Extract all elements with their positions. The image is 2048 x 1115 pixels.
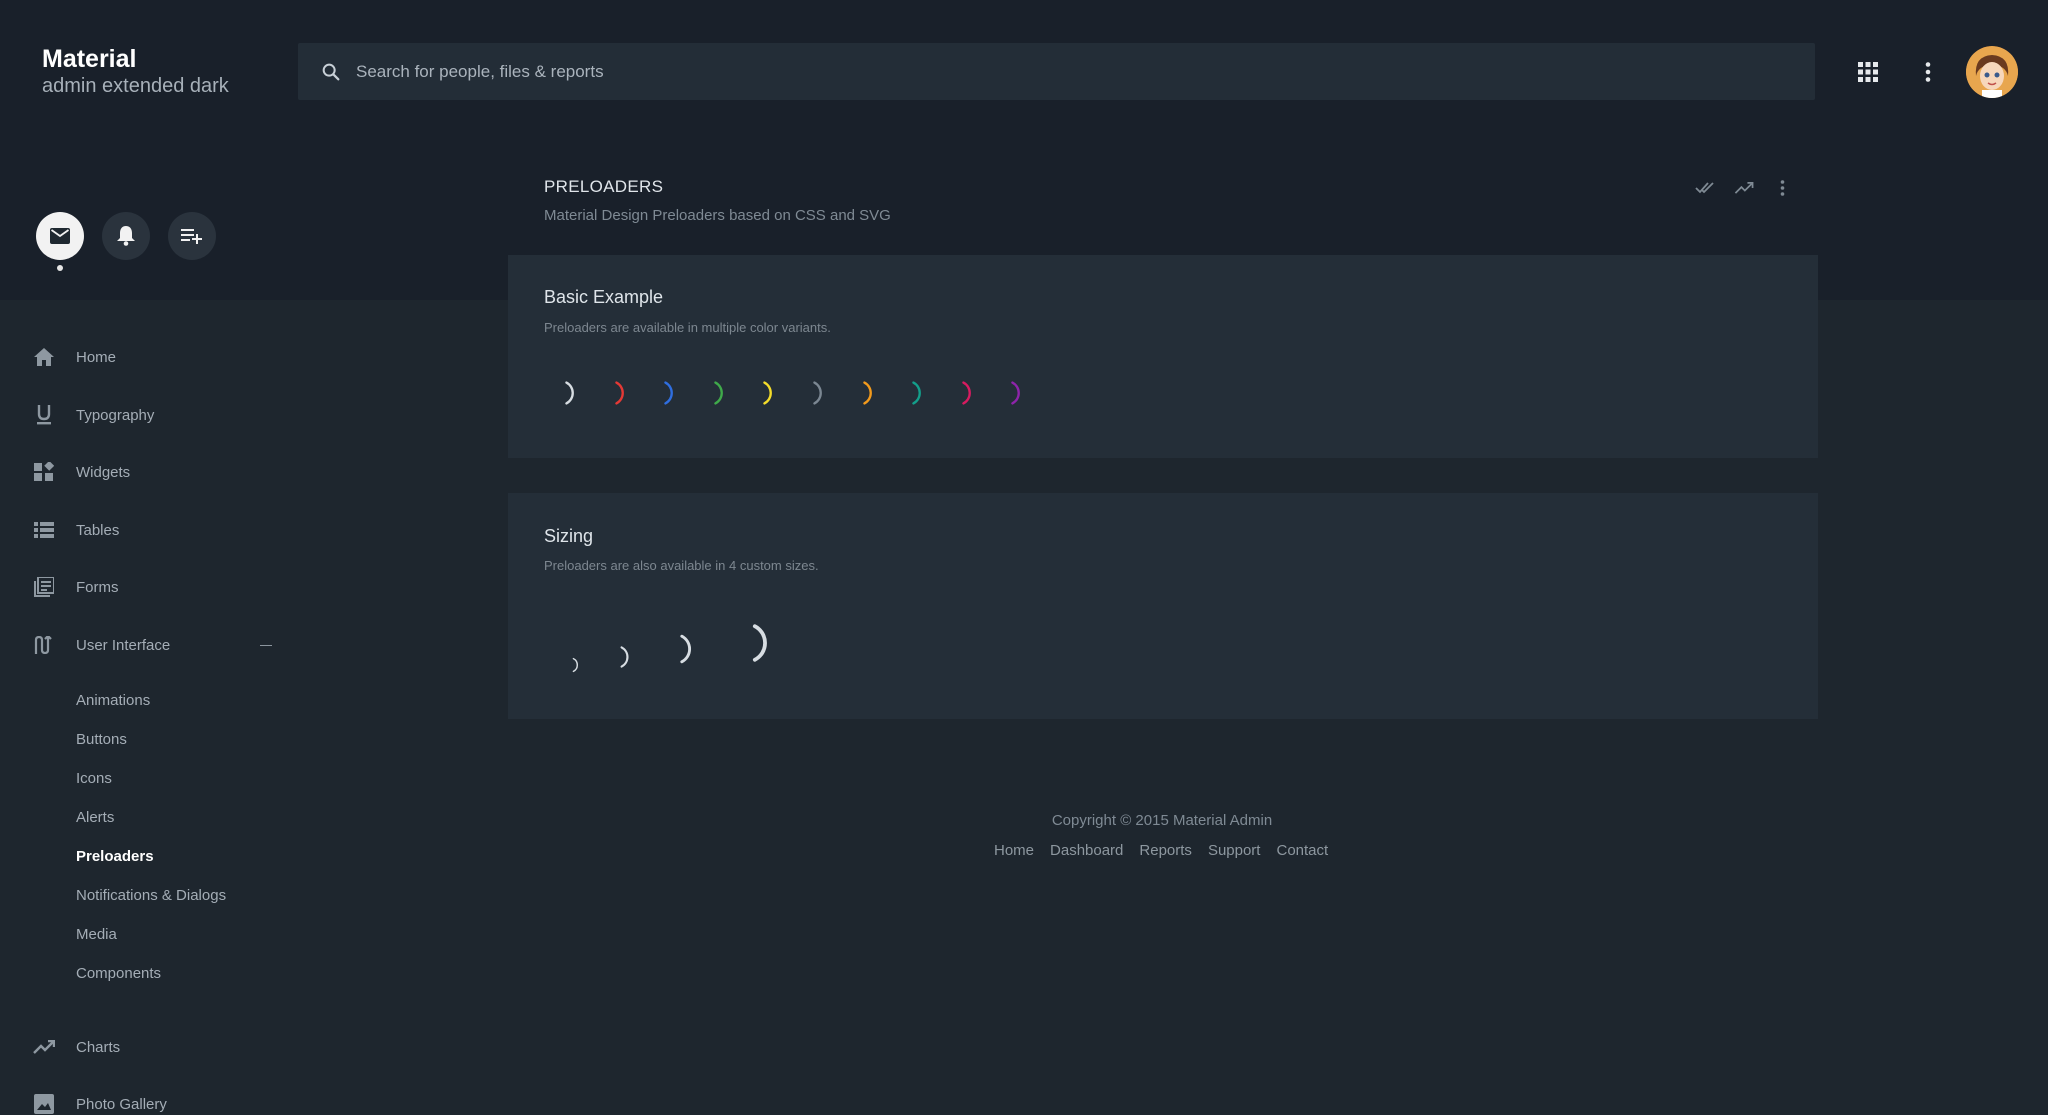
sidebar-subitem-icons[interactable]: Icons	[76, 770, 112, 787]
done-all-icon[interactable]	[1694, 176, 1718, 200]
sidebar-item-label: User Interface	[76, 636, 171, 654]
preloader-spinner	[664, 381, 674, 405]
preloader-spinner	[912, 381, 922, 405]
sidebar-subitem-preloaders[interactable]: Preloaders	[76, 848, 154, 865]
preloader-spinner	[763, 381, 773, 405]
preloader-spinner	[680, 634, 692, 664]
sidebar-item-label: Tables	[76, 521, 120, 539]
preloader-spinner	[714, 381, 723, 405]
library-books-icon	[32, 575, 56, 599]
list-icon	[32, 518, 56, 542]
swap-icon	[32, 633, 56, 657]
preloader-spinner	[620, 646, 629, 668]
apps-icon[interactable]	[1854, 58, 1882, 86]
sidebar-subitem-notifications-dialogs[interactable]: Notifications & Dialogs	[76, 887, 226, 904]
search-bar[interactable]	[298, 43, 1815, 100]
card-basic-example: Basic Example Preloaders are available i…	[508, 255, 1818, 458]
sidebar-item-typography[interactable]: Typography	[32, 400, 282, 430]
more-vert-icon[interactable]	[1914, 58, 1942, 86]
sidebar-item-label: Widgets	[76, 463, 131, 481]
card-subtitle: Preloaders are available in multiple col…	[544, 320, 831, 335]
preloader-spinner	[813, 381, 822, 405]
card-title: Basic Example	[544, 287, 664, 307]
preloader-spinner	[862, 381, 872, 405]
preloader-spinner	[614, 381, 624, 405]
footer-link-reports[interactable]: Reports	[1139, 842, 1192, 859]
sidebar-item-user-interface[interactable]: User Interface	[32, 630, 282, 660]
brand-subtitle: admin extended dark	[42, 75, 229, 97]
preloader-spinner	[752, 624, 767, 662]
trending-up-icon	[32, 1035, 56, 1059]
sidebar-item-tables[interactable]: Tables	[32, 515, 282, 545]
brand-title: Material	[42, 45, 137, 73]
playlist-add-button[interactable]	[168, 212, 216, 260]
sidebar-item-photo-gallery[interactable]: Photo Gallery	[32, 1089, 282, 1115]
footer-link-dashboard[interactable]: Dashboard	[1050, 842, 1123, 859]
format-underline-icon	[32, 403, 56, 427]
footer-link-home[interactable]: Home	[994, 842, 1034, 859]
notifications-button[interactable]	[102, 212, 150, 260]
sidebar-item-label: Typography	[76, 406, 155, 424]
card-sizing: Sizing Preloaders are also available in …	[508, 493, 1818, 719]
sidebar-item-widgets[interactable]: Widgets	[32, 457, 282, 487]
user-avatar[interactable]	[1966, 46, 2018, 98]
sidebar-item-home[interactable]: Home	[32, 342, 282, 372]
brand-logo[interactable]: Material admin extended dark	[42, 44, 229, 98]
sidebar-subitem-media[interactable]: Media	[76, 926, 117, 943]
sidebar-subitem-animations[interactable]: Animations	[76, 692, 150, 709]
footer-copyright: Copyright © 2015 Material Admin	[1051, 812, 1273, 829]
page-subtitle: Material Design Preloaders based on CSS …	[544, 207, 891, 224]
search-input[interactable]	[356, 61, 1756, 82]
sidebar-item-label: Photo Gallery	[76, 1095, 167, 1113]
preloader-spinner	[572, 657, 579, 673]
sidebar-item-label: Charts	[76, 1038, 121, 1056]
mail-icon	[50, 228, 70, 244]
card-title: Sizing	[544, 526, 594, 546]
trending-up-icon[interactable]	[1732, 176, 1756, 200]
sidebar-item-charts[interactable]: Charts	[32, 1032, 282, 1062]
preloader-spinner	[565, 381, 574, 405]
page-title: PRELOADERS	[544, 177, 664, 196]
playlist-add-icon	[181, 229, 202, 244]
preloader-spinner	[1011, 381, 1021, 405]
home-icon	[32, 345, 56, 369]
active-indicator-dot	[57, 265, 63, 271]
preloader-spinner	[962, 381, 971, 405]
sidebar-subitem-components[interactable]: Components	[76, 965, 161, 982]
card-subtitle: Preloaders are also available in 4 custo…	[544, 558, 819, 573]
sidebar-item-label: Home	[76, 348, 117, 366]
more-vert-icon[interactable]	[1770, 176, 1794, 200]
widgets-icon	[32, 460, 56, 484]
sidebar-item-label: Forms	[76, 578, 119, 596]
search-icon	[322, 63, 340, 80]
collapse-icon[interactable]	[260, 645, 272, 646]
sidebar-item-forms[interactable]: Forms	[32, 572, 282, 602]
footer-link-support[interactable]: Support	[1208, 842, 1261, 859]
footer-link-contact[interactable]: Contact	[1276, 842, 1328, 859]
bell-icon	[117, 226, 135, 246]
mail-button[interactable]	[36, 212, 84, 260]
image-icon	[32, 1092, 56, 1115]
footer-links: Home Dashboard Reports Support Contact	[994, 842, 1328, 859]
sidebar-subitem-buttons[interactable]: Buttons	[76, 731, 127, 748]
